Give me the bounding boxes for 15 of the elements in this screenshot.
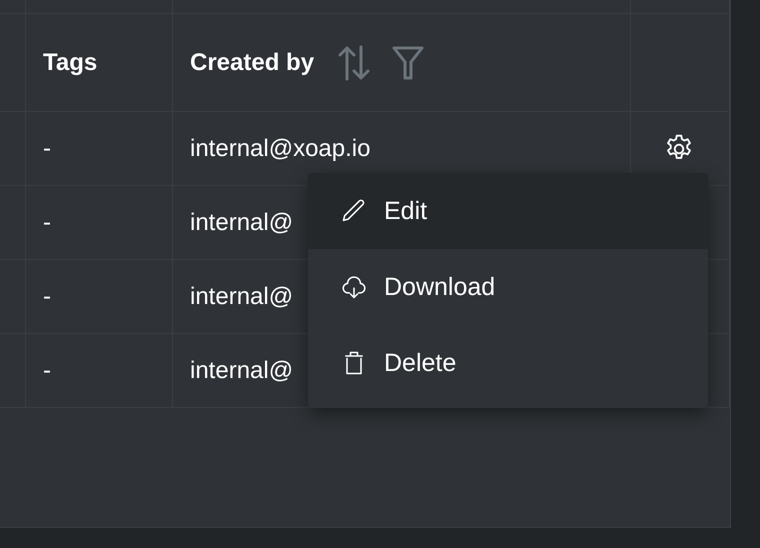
table-cell: -: [43, 356, 51, 384]
table-cell: -: [43, 208, 51, 236]
table-cell: -: [43, 134, 51, 162]
sort-icon[interactable]: [338, 44, 370, 80]
table-cell: -: [43, 282, 51, 310]
column-header: Tags: [43, 48, 98, 76]
menu-item[interactable]: Edit: [308, 173, 708, 249]
column-header: Created by: [190, 48, 314, 76]
table-cell: internal@xoap.io: [190, 134, 370, 162]
filter-icon[interactable]: [392, 46, 424, 80]
menu-item[interactable]: Delete: [308, 325, 708, 401]
menu-item[interactable]: Download: [308, 249, 708, 325]
table-cell: internal@: [190, 208, 294, 236]
table-cell: internal@: [190, 282, 294, 310]
table-cell: internal@: [190, 356, 294, 384]
